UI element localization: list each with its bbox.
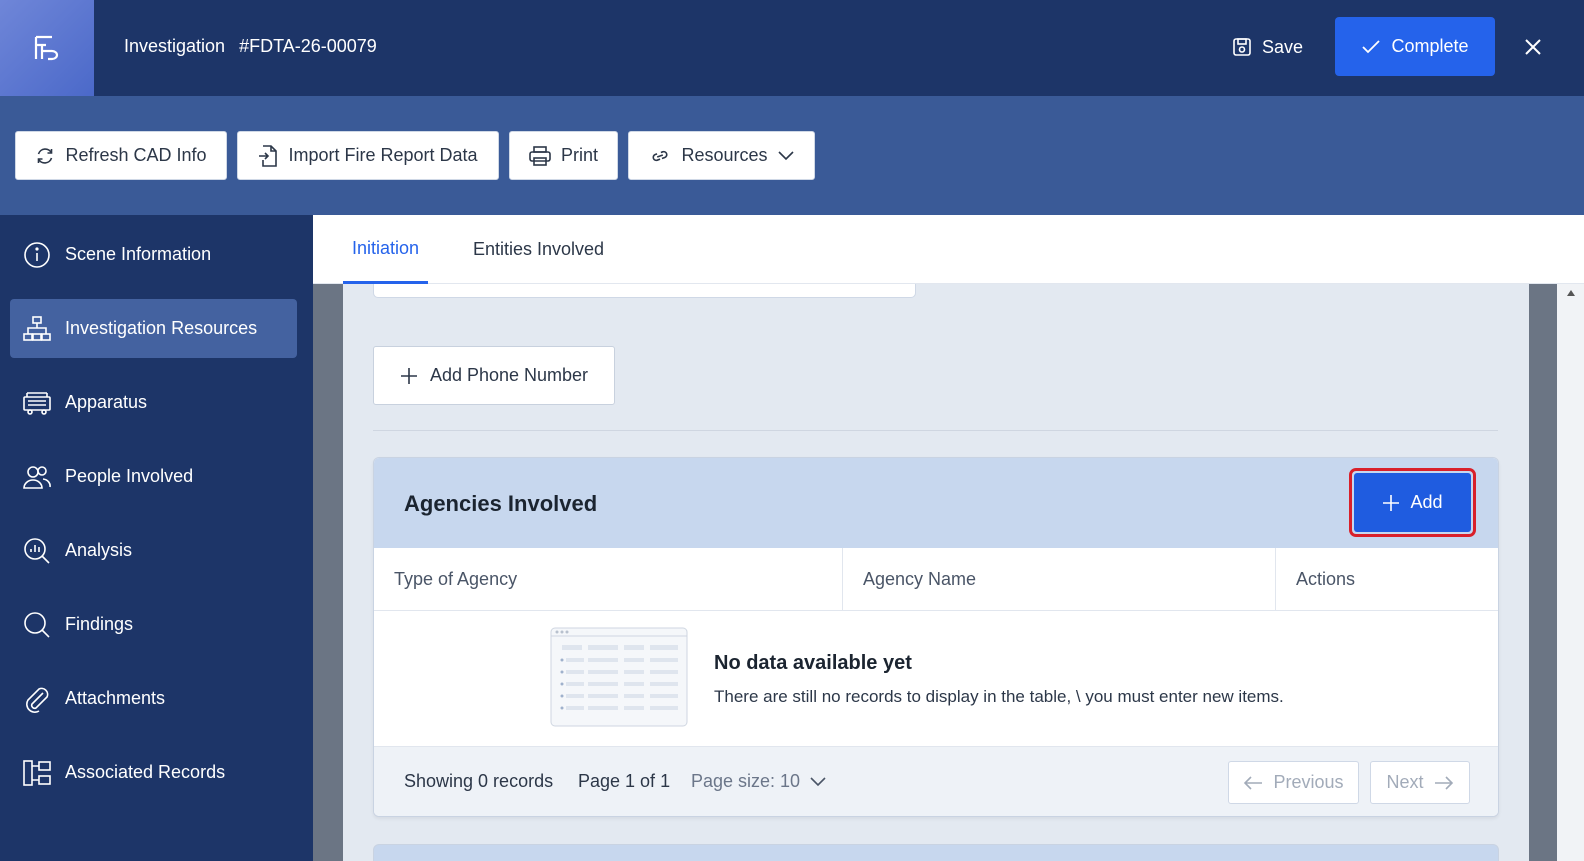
linked-records-icon xyxy=(23,759,51,786)
empty-table-illustration xyxy=(550,627,688,727)
record-number: #FDTA-26-00079 xyxy=(239,36,377,56)
complete-button[interactable]: Complete xyxy=(1335,17,1495,76)
link-icon xyxy=(652,150,669,161)
add-agency-label: Add xyxy=(1410,492,1443,512)
import-fire-report-label: Import Fire Report Data xyxy=(288,145,478,165)
chart-search-icon xyxy=(24,537,50,564)
sidebar-item-label: Findings xyxy=(65,614,134,634)
scroll-up-button[interactable] xyxy=(1557,284,1584,302)
people-icon xyxy=(23,465,51,489)
paperclip-icon xyxy=(26,687,49,713)
refresh-cad-info-label: Refresh CAD Info xyxy=(65,145,207,165)
tab-label: Entities Involved xyxy=(473,239,605,259)
floppy-disk-icon xyxy=(1233,38,1251,56)
tab-entities-involved[interactable]: Entities Involved xyxy=(473,215,604,284)
close-button[interactable] xyxy=(1518,32,1548,62)
print-button[interactable]: Print xyxy=(509,131,618,180)
checkmark-icon xyxy=(1362,39,1381,53)
page-title: Investigation #FDTA-26-00079 xyxy=(124,36,377,57)
sidebar-item-scene-information[interactable]: Scene Information xyxy=(10,225,297,284)
hierarchy-icon xyxy=(23,315,51,341)
save-button[interactable]: Save xyxy=(1222,26,1313,68)
arrow-left-icon xyxy=(1244,775,1263,790)
printer-icon xyxy=(529,145,551,166)
sidebar-item-associated-records[interactable]: Associated Records xyxy=(10,743,297,802)
next-page-label: Next xyxy=(1386,772,1424,792)
sidebar-item-label: Associated Records xyxy=(65,762,226,782)
arrow-right-icon xyxy=(1434,775,1453,790)
sidebar-item-apparatus[interactable]: Apparatus xyxy=(10,373,297,432)
sidebar-item-attachments[interactable]: Attachments xyxy=(10,669,297,728)
sidebar-item-findings[interactable]: Findings xyxy=(10,595,297,654)
sidebar-nav: Scene Information Investigation Resource… xyxy=(0,215,313,861)
sidebar-item-analysis[interactable]: Analysis xyxy=(10,521,297,580)
next-page-button[interactable]: Next xyxy=(1370,761,1470,804)
panel-title: Agencies Involved xyxy=(404,491,598,516)
plus-icon xyxy=(1383,494,1400,511)
resources-label: Resources xyxy=(681,145,768,165)
app-header: Investigation #FDTA-26-00079 Save Complet… xyxy=(0,0,1584,96)
add-phone-number-label: Add Phone Number xyxy=(429,365,589,385)
sidebar-item-label: Investigation Resources xyxy=(65,318,258,338)
info-circle-icon xyxy=(24,241,50,268)
chevron-down-icon xyxy=(810,776,826,786)
print-label: Print xyxy=(560,145,598,165)
file-import-icon xyxy=(259,144,278,167)
fire-truck-icon xyxy=(23,391,51,415)
sidebar-item-label: People Involved xyxy=(65,466,194,486)
column-header-agency-name[interactable]: Agency Name xyxy=(843,548,1276,611)
sidebar-item-people-involved[interactable]: People Involved xyxy=(10,447,297,506)
empty-state-description: There are still no records to display in… xyxy=(714,687,1284,706)
complete-button-label: Complete xyxy=(1391,36,1469,56)
sidebar-item-investigation-resources[interactable]: Investigation Resources xyxy=(10,299,297,358)
refresh-icon xyxy=(38,147,53,164)
page-size-select[interactable]: Page size: 10 xyxy=(691,771,826,792)
vertical-scrollbar[interactable] xyxy=(1557,284,1584,861)
empty-state-title: No data available yet xyxy=(714,652,912,674)
sidebar-item-label: Attachments xyxy=(65,688,166,708)
caret-up-icon xyxy=(1566,290,1575,296)
add-agency-button[interactable]: Add xyxy=(1354,473,1471,532)
next-section-panel xyxy=(373,844,1499,861)
column-header-type-of-agency[interactable]: Type of Agency xyxy=(374,548,843,611)
action-toolbar: Refresh CAD Info Import Fire Report Data… xyxy=(0,96,1584,215)
add-phone-number-button[interactable]: Add Phone Number xyxy=(373,346,615,405)
page-indicator: Page 1 of 1 xyxy=(578,771,671,791)
showing-records-text: Showing 0 records xyxy=(404,771,554,791)
table-header: Type of Agency Agency Name Actions xyxy=(374,548,1498,611)
app-logo[interactable] xyxy=(0,0,94,96)
logo-icon xyxy=(34,35,59,61)
page-size-label: Page size: 10 xyxy=(691,771,801,791)
close-icon xyxy=(1525,39,1541,55)
tab-initiation[interactable]: Initiation xyxy=(343,215,429,284)
column-header-actions: Actions xyxy=(1296,569,1356,589)
empty-state: No data available yet There are still no… xyxy=(374,611,1498,746)
chevron-down-icon xyxy=(777,150,794,160)
previous-page-button[interactable]: Previous xyxy=(1228,761,1359,804)
save-button-label: Save xyxy=(1262,36,1304,57)
previous-page-label: Previous xyxy=(1273,772,1344,792)
sidebar-item-label: Analysis xyxy=(65,540,133,560)
sidebar-item-label: Apparatus xyxy=(65,392,148,412)
tab-label: Initiation xyxy=(352,237,420,258)
panel-header: Agencies Involved Add xyxy=(374,458,1498,548)
sidebar-item-label: Scene Information xyxy=(65,244,212,264)
import-fire-report-button[interactable]: Import Fire Report Data xyxy=(237,131,499,180)
search-icon xyxy=(24,611,50,638)
table-pagination: Showing 0 records Page 1 of 1 Page size:… xyxy=(374,746,1498,816)
resources-dropdown[interactable]: Resources xyxy=(628,131,815,180)
agencies-involved-panel: Agencies Involved Add Type of Agency Age… xyxy=(373,457,1499,817)
page-title-label: Investigation xyxy=(124,36,226,56)
refresh-cad-info-button[interactable]: Refresh CAD Info xyxy=(15,131,227,180)
plus-icon xyxy=(400,367,417,384)
phone-number-input[interactable] xyxy=(373,284,916,298)
tab-bar: Initiation Entities Involved xyxy=(313,215,1584,284)
section-divider xyxy=(373,430,1498,431)
